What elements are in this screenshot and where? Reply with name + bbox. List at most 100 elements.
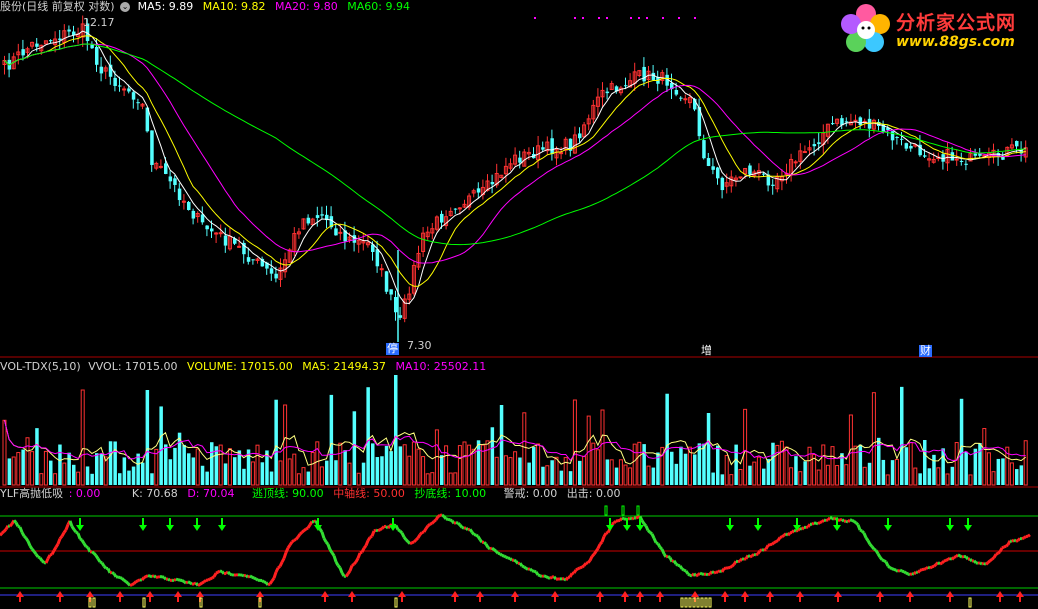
volume-bar [508, 457, 513, 486]
kdj-segment [400, 532, 406, 538]
kdj-segment [523, 565, 527, 570]
price-panel-header: 股份(日线 前复权 对数) ⌄ MA5: 9.89 MA10: 9.82 MA2… [0, 0, 416, 14]
kdj-segment [197, 583, 201, 587]
candle-body [711, 166, 715, 170]
kdj-segment [94, 554, 100, 560]
volume-bar [242, 468, 246, 485]
kdj-segment [167, 577, 171, 582]
volume-bar [476, 440, 481, 485]
kdj-segment [602, 532, 608, 538]
candle-body [793, 161, 798, 164]
kdj-segment [652, 537, 658, 544]
kdj-segment [351, 562, 355, 567]
volume-bar [292, 453, 297, 486]
kdj-segment [612, 519, 618, 525]
kdj-segment [336, 564, 342, 569]
kdj-segment [667, 554, 671, 559]
stock-title[interactable]: 股份(日线 前复权 对数) [0, 0, 115, 13]
candle-body [164, 163, 168, 174]
volume-bar [803, 461, 807, 485]
vol-ma5-label: MA5: 21494.37 [302, 360, 386, 373]
candle-body [738, 176, 743, 179]
ylf-indicator-name[interactable]: YLF高抛低吸 [0, 487, 63, 500]
kdj-segment [868, 543, 874, 548]
volume-bar [554, 456, 559, 486]
kdj-segment [294, 536, 300, 541]
candle-body [706, 158, 711, 166]
candle-body [559, 152, 564, 155]
volume-bar [986, 452, 991, 486]
kdj-segment [359, 550, 363, 555]
signal-bar [680, 597, 684, 608]
kdj-segment [8, 522, 14, 528]
volume-bar [503, 455, 508, 486]
volume-bar [58, 444, 62, 485]
kdj-segment [493, 548, 497, 553]
increase-mark[interactable]: 增 [700, 345, 713, 357]
kdj-segment [476, 535, 482, 541]
site-logo[interactable]: 分析家公式网 www.88gs.com [838, 2, 1034, 58]
candle-body [476, 188, 481, 193]
candle-body [398, 315, 403, 318]
volume-bar [968, 474, 973, 486]
volume-bar [825, 464, 830, 486]
volume-bar [918, 473, 922, 485]
kdj-segment [874, 549, 880, 555]
kdj-segment [375, 528, 379, 533]
finance-mark[interactable]: 财 [919, 345, 932, 357]
kdj-segment [959, 554, 963, 559]
ma60-label: MA60: 9.94 [347, 0, 410, 13]
signal-dot [646, 17, 648, 19]
volume-bar [670, 451, 674, 485]
volume-bar [80, 389, 85, 486]
volume-bar [72, 464, 76, 485]
kdj-segment [379, 527, 383, 532]
volume-bar [518, 457, 522, 485]
kdj-segment [851, 518, 855, 523]
kdj-segment [441, 513, 445, 518]
volume-bar [614, 467, 619, 485]
candle-body [831, 123, 835, 125]
candle-body [683, 98, 688, 101]
candle-body [136, 102, 140, 104]
ylf-panel-header: YLF高抛低吸 : 0.00 K: 70.68 D: 70.04 逃顶线: 90… [0, 487, 627, 501]
kdj-segment [456, 521, 462, 527]
kdj-segment [819, 520, 823, 524]
kdj-segment [729, 564, 733, 569]
volume-bar [693, 454, 697, 485]
candle-body [950, 152, 955, 161]
volume-bar [582, 455, 587, 486]
volume-bar [21, 449, 25, 485]
candle-body [440, 213, 444, 223]
kdj-segment [853, 520, 857, 524]
kdj-segment [70, 525, 76, 531]
kdj-segment [800, 526, 806, 531]
settings-circle-icon[interactable]: ⌄ [120, 2, 131, 12]
kdj-segment [320, 531, 326, 539]
kdj-segment [402, 536, 408, 541]
kdj-segment [957, 553, 961, 558]
kdj-segment [660, 548, 666, 555]
kdj-segment [199, 581, 203, 586]
ma5-label: MA5: 9.89 [137, 0, 194, 13]
kdj-segment [100, 562, 106, 567]
candle-body [642, 66, 646, 82]
suspend-mark[interactable]: 停 [386, 343, 399, 355]
warn-arrow [76, 525, 84, 531]
kdj-segment [418, 531, 424, 536]
kdj-segment [272, 571, 278, 579]
kdj-segment [422, 527, 428, 533]
kdj-segment [568, 572, 574, 578]
kdj-segment [864, 536, 870, 542]
kdj-segment [732, 560, 738, 566]
volume-bar [25, 437, 30, 486]
kdj-segment [499, 552, 503, 557]
volume-bar [945, 473, 950, 486]
volume-bar [306, 471, 311, 485]
kdj-segment [503, 554, 507, 559]
kdj-segment [756, 549, 762, 555]
kdj-segment [207, 577, 211, 582]
vol-indicator-name[interactable]: VOL-TDX(5,10) [0, 360, 81, 373]
volume-bar [941, 448, 945, 485]
candle-body [817, 142, 821, 145]
